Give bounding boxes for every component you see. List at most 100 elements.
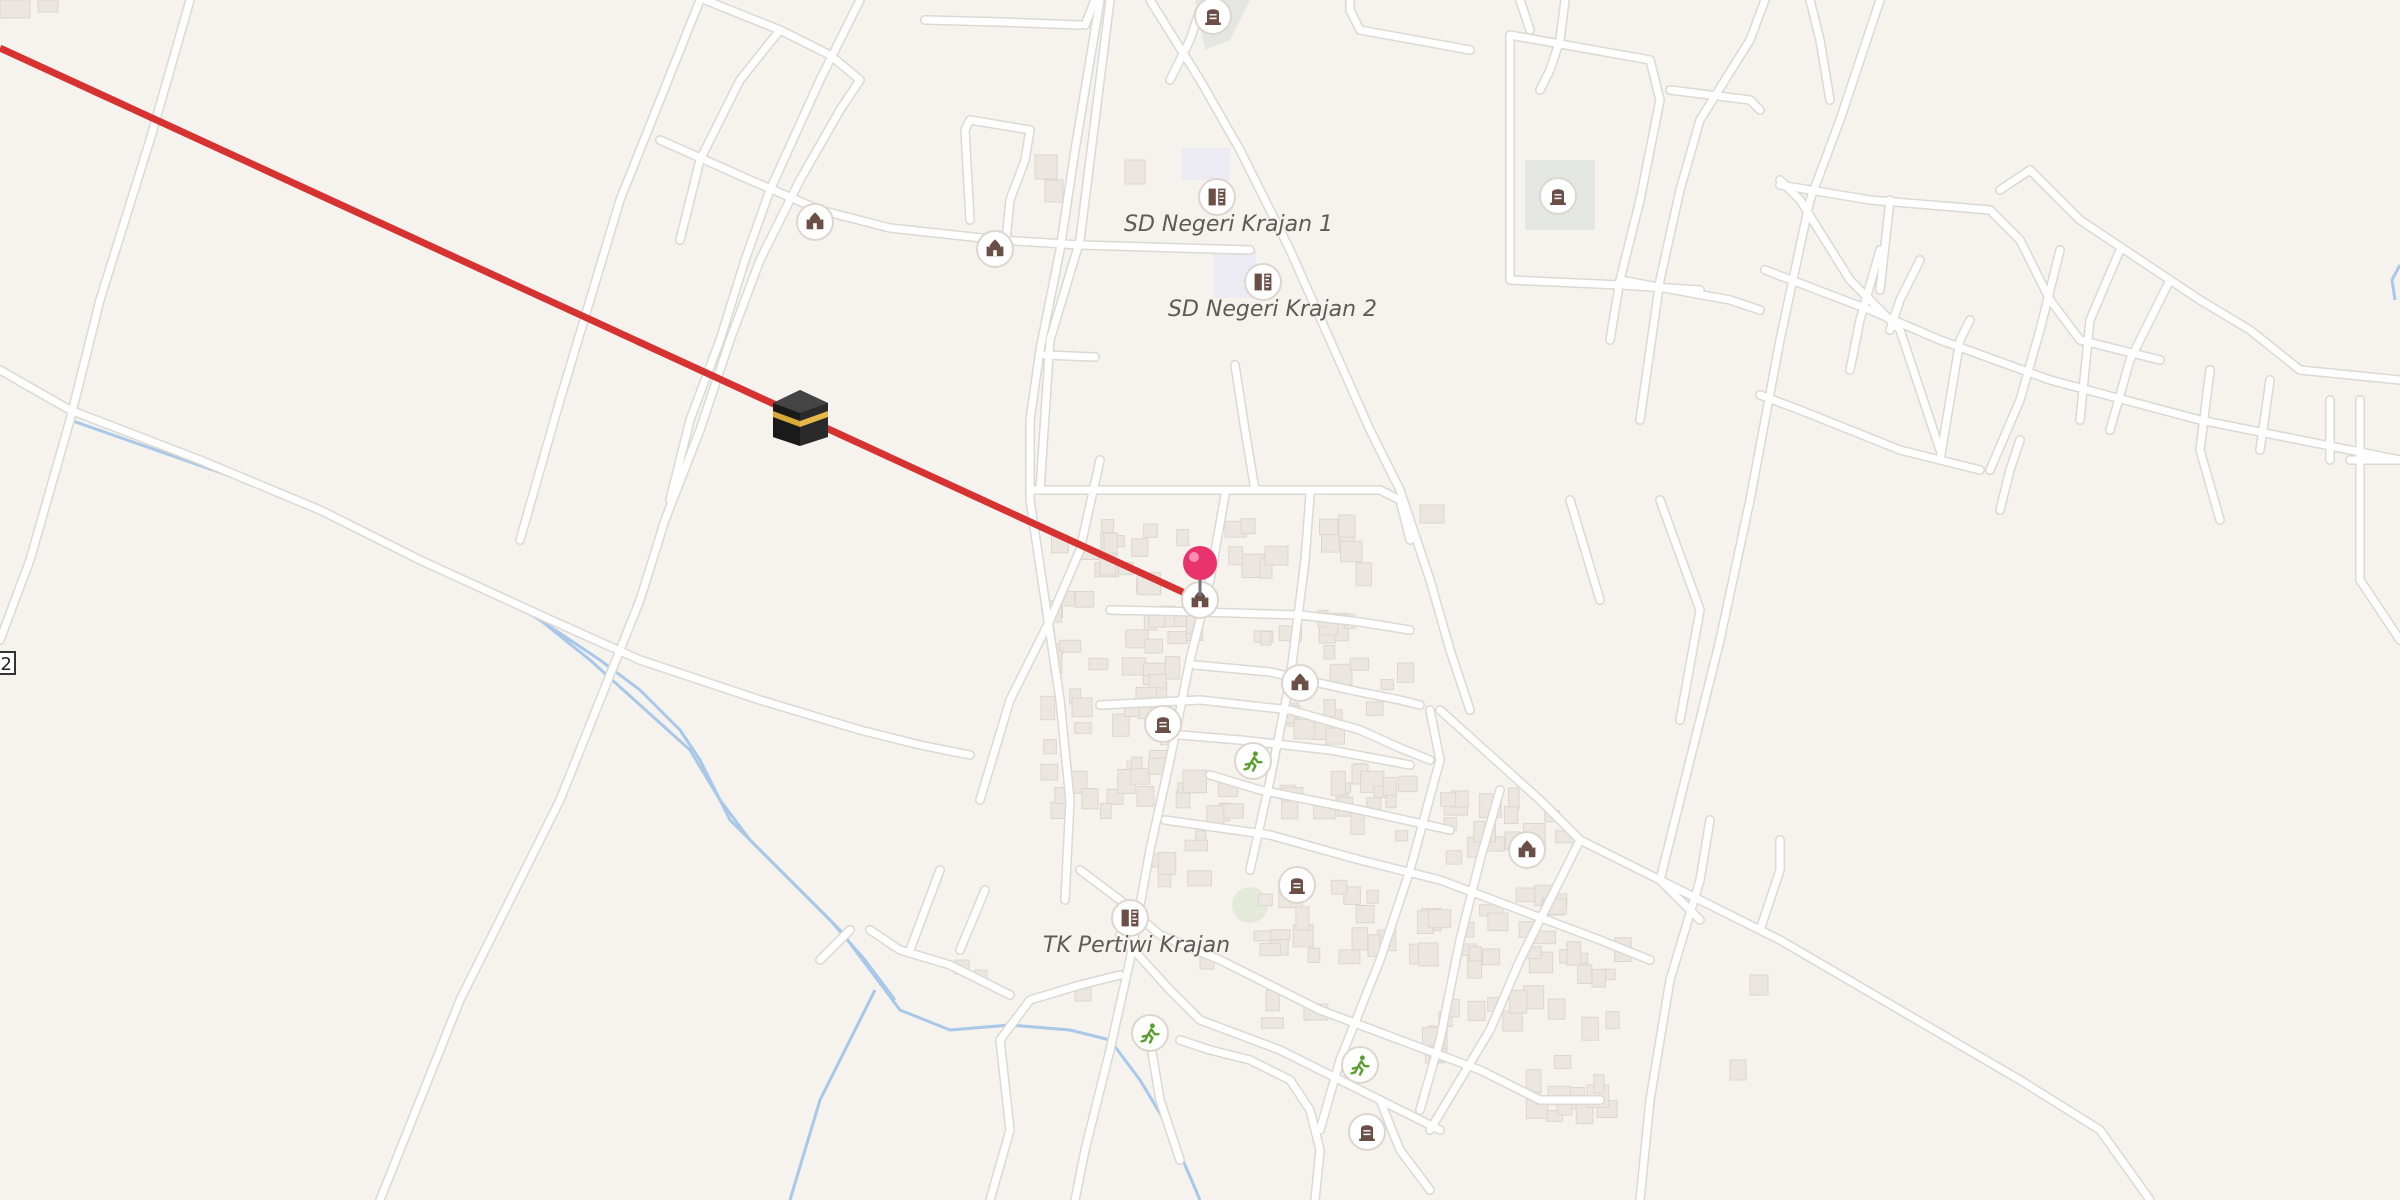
building <box>1112 713 1130 737</box>
cemetery-icon[interactable] <box>1144 705 1182 743</box>
building <box>1173 615 1187 628</box>
school-icon[interactable] <box>1244 263 1282 301</box>
building <box>1351 927 1369 951</box>
building <box>1124 159 1146 185</box>
road[interactable] <box>1996 166 2400 384</box>
building <box>1349 657 1369 671</box>
road[interactable] <box>1566 496 1604 604</box>
sports-centre-icon[interactable] <box>1234 742 1272 780</box>
school-icon[interactable] <box>1198 178 1236 216</box>
sports-centre-icon[interactable] <box>1131 1014 1169 1052</box>
road[interactable] <box>1696 816 1714 884</box>
building <box>1382 776 1397 796</box>
road[interactable] <box>2256 376 2274 454</box>
building <box>1440 792 1457 807</box>
building <box>1419 504 1445 524</box>
building <box>1281 800 1299 820</box>
building <box>1071 697 1093 718</box>
building <box>1547 998 1566 1020</box>
building <box>1176 529 1189 547</box>
sports-centre-icon[interactable] <box>1341 1046 1379 1084</box>
road[interactable] <box>376 0 864 1200</box>
building <box>1556 1104 1573 1116</box>
building <box>1605 1011 1620 1030</box>
mosque-icon[interactable] <box>1281 664 1319 702</box>
building <box>1144 638 1163 654</box>
building <box>1467 1000 1486 1022</box>
school-label: SD Negeri Krajan 1 <box>1124 212 1334 237</box>
building <box>1131 756 1143 770</box>
building <box>1566 941 1582 966</box>
mosque-icon[interactable] <box>1508 831 1546 869</box>
building <box>1260 631 1272 646</box>
building <box>1330 879 1348 895</box>
road[interactable] <box>1231 361 1259 494</box>
building <box>1366 889 1379 904</box>
road[interactable] <box>1436 706 1704 924</box>
mosque-icon[interactable] <box>796 203 834 241</box>
road[interactable] <box>1516 0 1534 34</box>
building <box>1487 912 1509 932</box>
school-icon[interactable] <box>1111 899 1149 937</box>
road-casing <box>1655 495 1705 725</box>
building <box>1099 802 1112 819</box>
building <box>1148 674 1167 689</box>
building <box>1515 887 1536 903</box>
building <box>1321 533 1340 553</box>
building <box>1088 657 1109 671</box>
building <box>1445 850 1463 865</box>
road[interactable] <box>1656 876 2154 1200</box>
building <box>1157 852 1177 875</box>
cemetery-icon[interactable] <box>1348 1113 1386 1151</box>
building <box>1175 790 1191 809</box>
building <box>1121 657 1147 676</box>
road[interactable] <box>906 866 944 954</box>
building <box>1130 768 1151 785</box>
road-casing <box>1635 875 1705 1200</box>
road[interactable] <box>1806 0 1834 104</box>
map-canvas[interactable] <box>0 0 2400 1200</box>
building <box>1749 974 1769 996</box>
building <box>1074 590 1095 608</box>
building <box>1182 769 1208 794</box>
school-label: TK Pertiwi Krajan <box>1043 933 1231 958</box>
cemetery-icon[interactable] <box>1194 0 1232 35</box>
building <box>1261 1017 1284 1029</box>
building <box>1240 518 1256 535</box>
road[interactable] <box>1876 196 1894 294</box>
building <box>1428 909 1452 929</box>
building <box>1059 639 1082 653</box>
building <box>1323 644 1336 660</box>
building <box>1468 946 1482 962</box>
cemetery-icon[interactable] <box>1539 177 1577 215</box>
building <box>0 0 31 19</box>
building <box>1164 655 1181 680</box>
cemetery-icon[interactable] <box>1278 866 1316 904</box>
building <box>1323 699 1336 718</box>
road[interactable] <box>1776 181 2164 364</box>
road[interactable] <box>2356 396 2400 644</box>
building <box>1228 546 1244 566</box>
building <box>1270 929 1291 941</box>
road-ref-shield: 2 <box>0 651 16 675</box>
mosque-icon[interactable] <box>976 230 1014 268</box>
road[interactable] <box>956 886 989 954</box>
road[interactable] <box>816 926 854 964</box>
building <box>1167 631 1188 645</box>
building <box>1043 739 1057 755</box>
road[interactable] <box>1656 496 1704 724</box>
building <box>1397 775 1418 793</box>
building <box>37 0 59 13</box>
building <box>1136 786 1155 807</box>
road[interactable] <box>1041 351 1099 361</box>
road[interactable] <box>0 0 194 644</box>
building <box>1340 540 1363 563</box>
road[interactable] <box>1886 256 1924 334</box>
building <box>1482 948 1501 966</box>
map-view[interactable]: SD Negeri Krajan 1 SD Negeri Krajan 2 TK… <box>0 0 2400 1200</box>
building <box>1338 514 1356 538</box>
kaaba-icon[interactable] <box>773 390 828 446</box>
road-casing <box>1635 0 1770 425</box>
road[interactable] <box>1636 0 1769 424</box>
building <box>1729 1059 1747 1081</box>
